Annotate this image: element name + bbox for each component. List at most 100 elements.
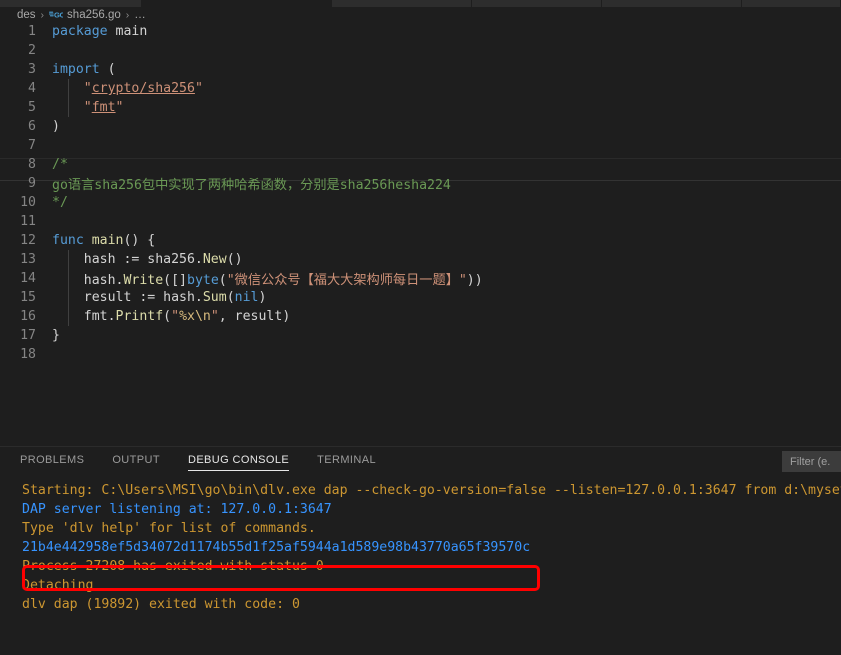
code-text: "fmt" [52,100,841,115]
token-plain: () { [123,233,156,248]
token-fn: Printf [115,309,164,324]
code-text: import ( [52,62,841,77]
code-editor[interactable]: 1 package main 2 3 import (4 "crypto/sha256"… [0,22,841,446]
token-str: " [115,100,124,115]
token-cmt: /* [52,157,68,172]
code-line[interactable]: 18 [0,345,841,364]
line-number: 7 [28,138,36,153]
filter-input[interactable]: Filter (e. [782,451,841,472]
code-line[interactable]: 7 [0,136,841,155]
editor-tab[interactable] [332,0,472,7]
editor-tab[interactable] [472,0,602,7]
code-line[interactable]: 5 "fmt" [0,98,841,117]
code-line[interactable]: 3 import ( [0,60,841,79]
token-cmt: */ [52,195,68,210]
token-plain: ) [52,119,60,134]
indent-guide [68,250,69,269]
token-str: " [83,81,92,96]
token-str: " [194,81,203,96]
line-number: 16 [20,309,36,324]
token-kw: func [52,233,92,248]
code-line[interactable]: 2 [0,41,841,60]
token-str: "微信公众号【福大大架构师每日一题】" [226,273,467,288]
code-text: go语言sha256包中实现了两种哈希函数，分别是sha256hesha224 [52,174,841,193]
line-number: 2 [28,43,36,58]
breadcrumb-folder[interactable]: des [17,9,36,21]
line-number: 12 [20,233,36,248]
editor-tab[interactable] [602,0,742,7]
code-line[interactable]: 17} [0,326,841,345]
token-strlink: crypto/sha256 [91,81,195,96]
token-plain: ( [218,273,227,288]
token-cmt: go语言sha256包中实现了两种哈希函数，分别是sha256hesha224 [52,178,451,193]
token-fn: main [91,233,124,248]
editor-tab-strip [0,0,841,7]
token-str: " [83,100,92,115]
code-line[interactable]: 1 package main [0,22,841,41]
token-plain: } [52,328,60,343]
token-kw: import [52,62,100,77]
indent-guide [68,269,69,288]
breadcrumb-overflow[interactable]: … [134,9,146,21]
token-plain: main [115,24,148,39]
code-line[interactable]: 16 fmt.Printf("%x\n", result) [0,307,841,326]
token-fn: Write [123,273,164,288]
code-line[interactable]: 15 result := hash.Sum(nil) [0,288,841,307]
code-line[interactable]: 10 */ [0,193,841,212]
indent-guide [68,307,69,326]
code-text: package main [52,24,841,39]
code-text: "crypto/sha256" [52,81,841,96]
console-line: Starting: C:\Users\MSI\go\bin\dlv.exe da… [22,483,841,498]
breadcrumb-file[interactable]: sha256.go [67,9,121,21]
panel-tab-bar: PROBLEMS OUTPUT DEBUG CONSOLE TERMINAL Filt… [0,447,841,477]
svg-text:GO: GO [54,10,63,19]
token-fn: Sum [202,290,227,305]
token-kw: byte [187,273,219,288]
code-text: hash.Write([]byte("微信公众号【福大大架构师每日一题】")) [52,269,841,288]
indent-guide [68,79,69,98]
indent-guide [68,98,69,117]
code-text: result := hash.Sum(nil) [52,290,841,305]
token-plain: hash. [52,273,124,288]
panel-tab-problems[interactable]: PROBLEMS [20,454,84,470]
line-number: 3 [28,62,36,77]
token-esc: %x\n [179,309,211,324]
line-number: 10 [20,195,36,210]
code-line[interactable]: 6) [0,117,841,136]
code-text: */ [52,195,841,210]
line-number: 18 [20,347,36,362]
token-plain: ( [226,290,235,305]
code-line[interactable]: 11 [0,212,841,231]
panel-tab-output[interactable]: OUTPUT [112,454,160,470]
console-line: Type 'dlv help' for list of commands. [22,521,316,536]
indent-guide [68,288,69,307]
code-line[interactable]: 9 go语言sha256包中实现了两种哈希函数，分别是sha256hesha224 [0,174,841,193]
code-line[interactable]: 14 hash.Write([]byte("微信公众号【福大大架构师每日一题】"… [0,269,841,288]
token-fn: New [202,252,227,267]
code-line[interactable]: 13 hash := sha256.New() [0,250,841,269]
line-number: 9 [28,176,36,191]
line-number: 17 [20,328,36,343]
debug-console-output[interactable]: Starting: C:\Users\MSI\go\bin\dlv.exe da… [0,477,841,655]
token-plain: () [226,252,243,267]
bottom-panel: PROBLEMS OUTPUT DEBUG CONSOLE TERMINAL Filt… [0,446,841,655]
token-plain: ( [163,309,172,324]
code-text: ) [52,119,841,134]
code-text: func main() { [52,233,841,248]
console-line: DAP server listening at: 127.0.0.1:3647 [22,502,332,517]
token-plain: ) [258,290,267,305]
line-number: 5 [28,100,36,115]
token-str: " [210,309,219,324]
editor-tab-active[interactable] [142,0,332,7]
editor-tab[interactable] [0,0,142,7]
console-line: dlv dap (19892) exited with code: 0 [22,597,300,612]
code-line[interactable]: 8 /* [0,155,841,174]
code-line[interactable]: 12 func main() { [0,231,841,250]
editor-tab[interactable] [742,0,841,7]
panel-tab-debug-console[interactable]: DEBUG CONSOLE [187,454,290,471]
code-lines: 1 package main 2 3 import (4 "crypto/sha256"… [0,22,841,364]
line-number: 14 [20,271,36,286]
panel-tab-terminal[interactable]: TERMINAL [317,454,376,470]
code-line[interactable]: 4 "crypto/sha256" [0,79,841,98]
code-text: fmt.Printf("%x\n", result) [52,309,841,324]
